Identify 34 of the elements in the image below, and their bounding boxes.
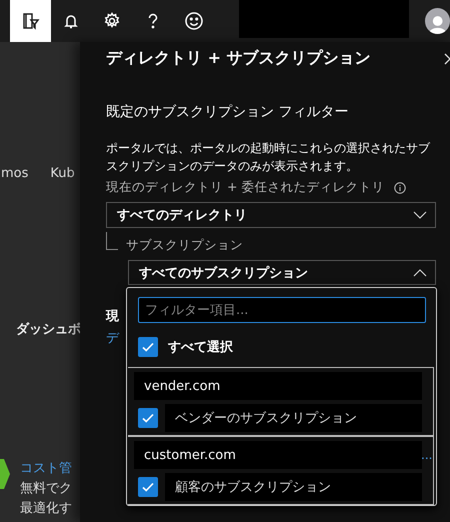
panel-title: ディレクトリ + サブスクリプション [106, 48, 371, 69]
toolbar-button[interactable] [10, 0, 51, 42]
description-text: 最適化す [20, 500, 72, 517]
filter-field[interactable]: フィルター項目... [138, 297, 426, 323]
description-text: ポータルでは、ポータルの起動時にこれらの選択されたサブスクリプションのデータのみが表示されます。 [106, 140, 431, 175]
directory-header: customer.com [134, 441, 422, 469]
tab-label[interactable]: Kub [50, 166, 75, 181]
check-icon [141, 340, 155, 354]
subscription-option[interactable]: 顧客のサブスクリプション [165, 473, 422, 501]
cost-link[interactable]: コスト管 [20, 459, 72, 477]
avatar-icon[interactable] [424, 8, 450, 34]
section-heading: 既定のサブスクリプション フィルター [106, 103, 350, 121]
section-heading: 現 [106, 308, 119, 325]
select-all-checkbox[interactable]: すべて選択 [138, 337, 435, 357]
checkbox[interactable] [138, 408, 158, 428]
dashboard-link[interactable]: ダッシュボ [16, 320, 80, 338]
tab-label[interactable]: mos [1, 166, 28, 181]
directory-dropdown[interactable]: すべてのディレクトリ [106, 202, 436, 228]
directory-link[interactable]: デ [106, 329, 119, 347]
smiley-icon [184, 11, 204, 31]
description-text: 無料でク [20, 480, 72, 497]
checkbox[interactable] [138, 477, 158, 497]
subscription-dropdown[interactable]: すべてのサブスクリプション [128, 260, 436, 285]
directory-header: vender.com [134, 372, 422, 400]
field-label: 現在のディレクトリ + 委任されたディレクトリ [106, 179, 384, 196]
hexagon-icon [0, 459, 10, 489]
chevron-down-icon [413, 211, 427, 219]
chevron-up-icon [413, 268, 427, 276]
check-icon [141, 480, 155, 494]
field-label: サブスクリプション [126, 237, 243, 254]
more-link[interactable]: ... [421, 448, 432, 462]
check-icon [141, 411, 155, 425]
info-icon[interactable] [394, 182, 406, 194]
subscription-option[interactable]: ベンダーのサブスクリプション [165, 404, 422, 432]
